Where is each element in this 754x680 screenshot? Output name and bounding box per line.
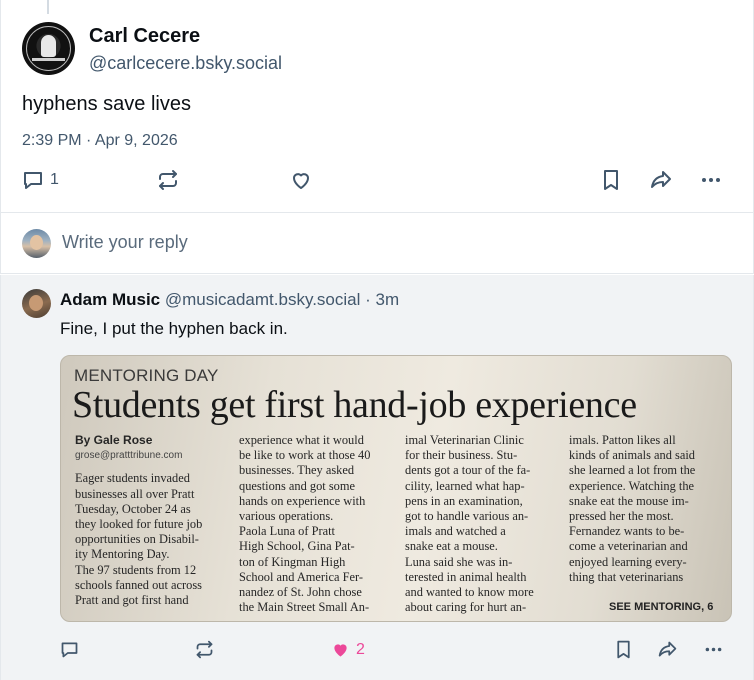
clipping-line: they looked for future job [75,517,203,532]
clipping-column-4: imals. Patton likes all kinds of animals … [569,433,695,585]
avatar[interactable] [22,22,75,75]
share-icon [658,641,677,657]
clipping-line: cility, learned what hap- [405,478,525,493]
like-icon [293,173,309,189]
clipping-column-3: imal Veterinarian Clinic for their busine… [405,433,534,615]
clipping-line: snake eat a mouse. [405,539,498,554]
bookmark-button[interactable] [599,168,623,192]
reply-bookmark-button[interactable] [613,639,634,660]
clipping-line: businesses all over Pratt [75,486,195,501]
clipping-byline: By Gale Rose [75,433,153,447]
reply-author-avatar[interactable] [22,289,51,318]
clipping-line: nandez of St. John chose [239,585,362,600]
clipping-line: ity Mentoring Day. [75,547,170,562]
more-button[interactable] [699,168,723,192]
reply-age: · 3m [365,290,400,309]
clipping-line: she learned a lot from the [569,463,696,478]
reply-share-button[interactable] [657,639,678,660]
bookmark-icon [617,640,630,659]
clipping-line: opportunities on Disabil- [75,532,199,547]
reply-icon [61,642,78,658]
share-button[interactable] [649,168,673,192]
clipping-line: for their business. Stu- [405,448,518,463]
clipping-line: be like to work at those 40 [239,448,371,463]
clipping-line: imal Veterinarian Clinic [405,433,524,447]
clipping-column-1: By Gale Rose grose@pratttribune.com Eage… [75,433,202,608]
clipping-line: about caring for hurt an- [405,600,527,615]
clipping-line: Tuesday, October 24 as [75,501,191,516]
reply-author-name[interactable]: Adam Music [60,290,160,309]
current-user-avatar [22,229,51,258]
clipping-line: Fernandez wants to be- [569,524,685,539]
clipping-line: dents got a tour of the fa- [405,463,531,478]
clipping-line: kinds of animals and said [569,448,695,463]
clipping-line: various operations. [239,509,334,524]
clipping-line: Paola Luna of Pratt [239,524,336,539]
repost-button[interactable] [156,168,180,192]
newspaper-clipping-image[interactable]: MENTORING DAY Students get first hand-jo… [60,355,732,622]
clipping-line: ton of Kingman High [239,554,346,569]
reply-icon [24,172,42,189]
like-count: 2 [356,640,365,658]
clipping-line: terested in animal health [405,569,527,584]
clipping-line: Pratt and got first hand [75,593,189,608]
reply-count: 1 [50,171,59,188]
clipping-line: The 97 students from 12 [75,562,197,577]
reply-actions: 2 [1,636,754,664]
clipping-line: imals. Patton likes all [569,433,676,447]
more-icon [702,178,720,182]
clipping-line: experience what it would [239,433,364,447]
reply-button[interactable]: 1 [21,168,59,192]
reply-header: Adam Music @musicadamt.bsky.social · 3m [60,290,399,310]
heart-filled-icon [334,644,347,657]
post-text: hyphens save lives [22,93,191,115]
clipping-line: hands on experience with [239,493,366,508]
reply-composer[interactable]: Write your reply [0,213,754,274]
clipping-line: thing that veterinarians [569,569,684,584]
clipping-line: and wanted to know more [405,585,534,600]
clipping-line: School and America Fer- [239,569,363,584]
reply-like-button[interactable]: 2 [330,639,365,660]
reply-more-button[interactable] [703,639,724,660]
clipping-line: questions and got some [239,478,355,493]
clipping-line: pressed her the most. [569,509,674,524]
clipping-line: come a veterinarian and [569,539,688,554]
clipping-line: pens in an examination, [405,493,523,508]
reply-reply-button[interactable] [59,639,80,660]
reply-post[interactable]: Adam Music @musicadamt.bsky.social · 3m … [0,275,754,680]
clipping-line: Eager students invaded [75,471,190,486]
repost-icon [159,170,177,190]
like-button[interactable] [289,168,313,192]
author-handle[interactable]: @carlcecere.bsky.social [89,53,282,74]
post-actions: 1 [1,164,754,196]
clipping-headline: Students get first hand-job experience [72,384,637,426]
more-icon [705,647,722,652]
clipping-line: got to handle various an- [405,509,529,524]
bookmark-icon [604,170,618,190]
clipping-line: the Main Street Small An- [239,600,370,615]
clipping-line: enjoyed learning every- [569,554,687,569]
clipping-line: businesses. They asked [239,463,355,478]
clipping-line: snake eat the mouse im- [569,493,689,508]
clipping-line: schools fanned out across [75,577,202,592]
reply-repost-button[interactable] [194,639,215,660]
clipping-column-2: experience what it would be like to work … [239,433,370,615]
clipping-line: experience. Watching the [569,478,695,493]
repost-icon [196,640,213,659]
share-icon [651,171,671,188]
reply-author-handle[interactable]: @musicadamt.bsky.social [165,290,361,309]
clipping-continuation: SEE MENTORING, 6 [609,601,714,613]
clipping-email: grose@pratttribune.com [75,450,183,462]
main-post[interactable]: Carl Cecere @carlcecere.bsky.social hyph… [0,0,754,213]
thread-line [47,0,49,14]
reply-input-placeholder[interactable]: Write your reply [62,232,188,253]
clipping-line: High School, Gina Pat- [239,539,355,554]
post-timestamp: 2:39 PM · Apr 9, 2026 [22,132,178,149]
reply-text: Fine, I put the hyphen back in. [60,319,288,338]
clipping-line: imals and watched a [405,524,506,539]
author-display-name[interactable]: Carl Cecere [89,25,200,48]
clipping-line: Luna said she was in- [405,554,513,569]
